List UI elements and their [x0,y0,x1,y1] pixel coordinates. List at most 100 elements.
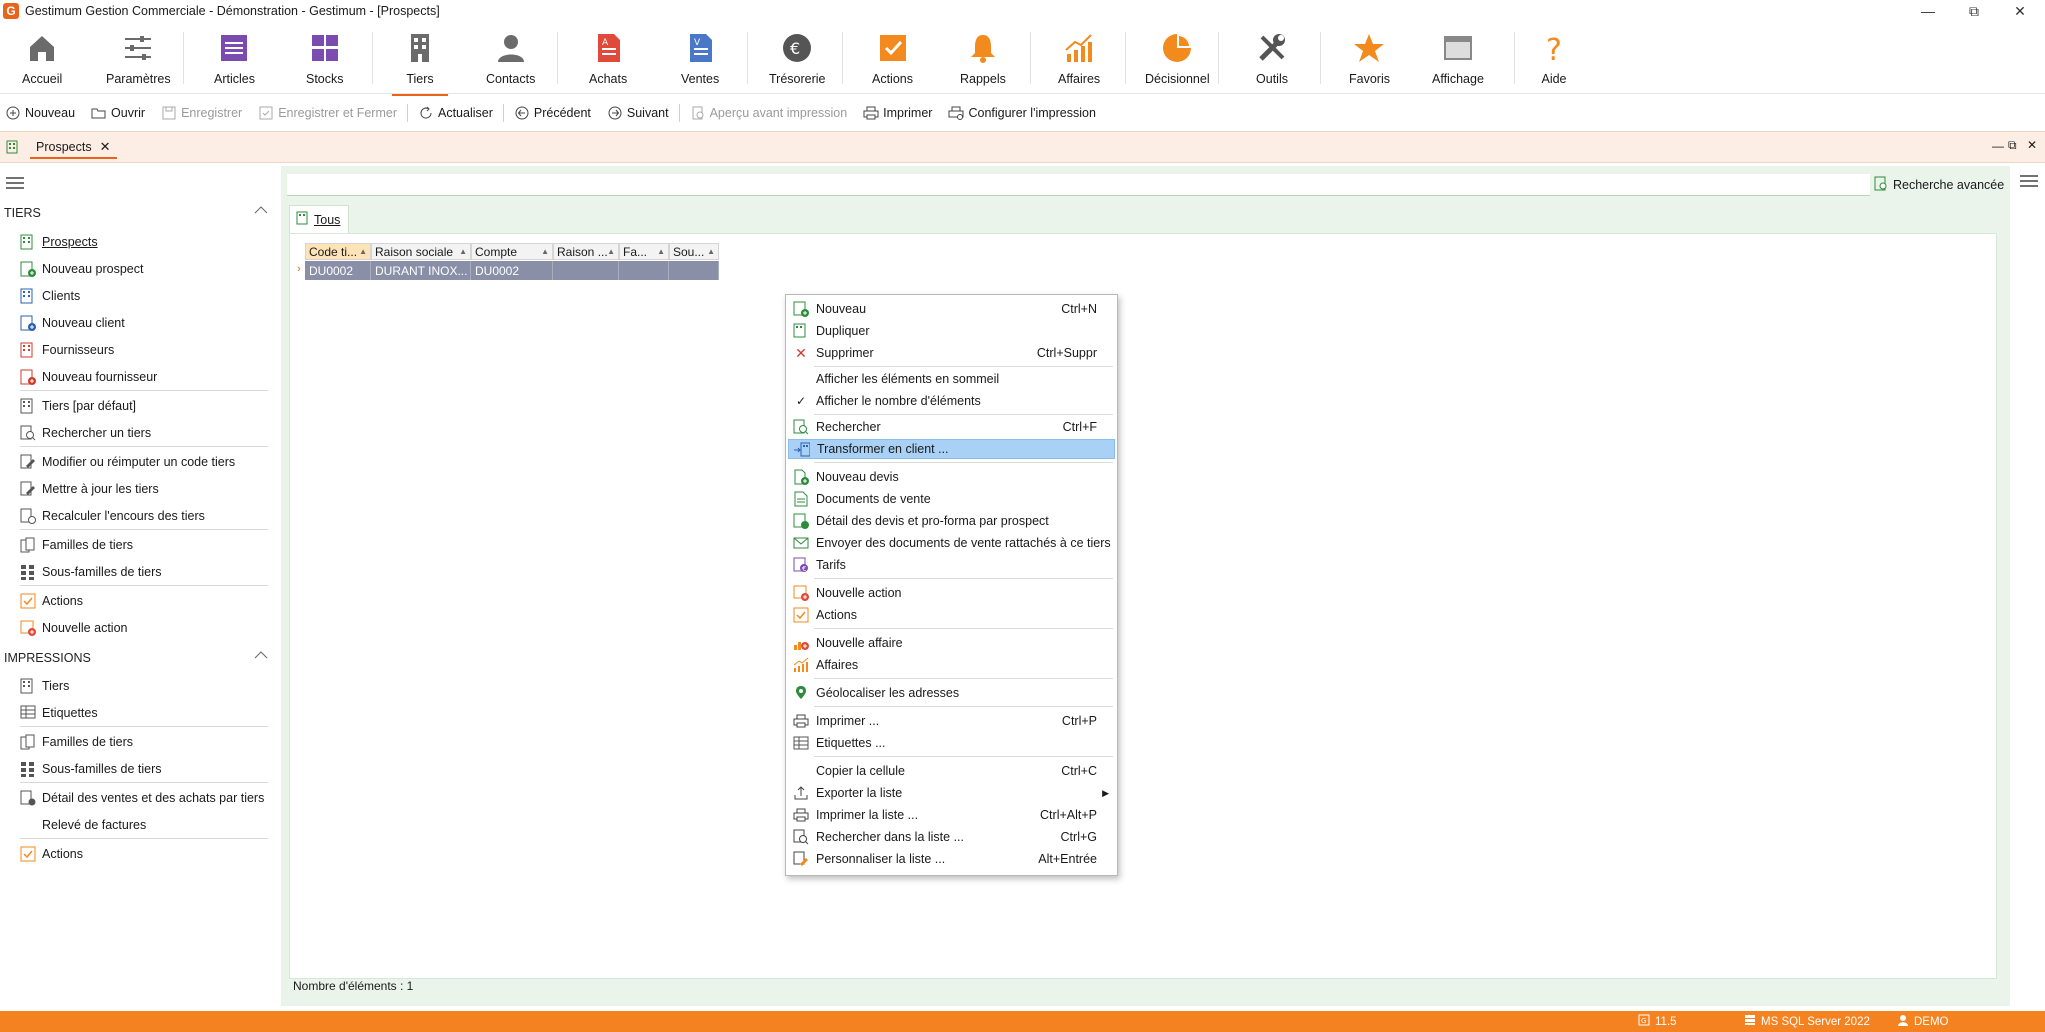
menu-item-nouveau[interactable]: Nouveau Ctrl+N [788,299,1115,319]
column-header-famille[interactable]: Fa... ▲ [619,243,669,260]
tab-prospects[interactable]: Prospects ✕ [30,137,117,159]
menu-item-actions[interactable]: Actions [788,605,1115,625]
table-cell[interactable] [553,261,619,280]
sidebar-item-impression-actions[interactable]: Actions [20,844,83,864]
nouveau-button[interactable]: Nouveau [5,105,75,121]
precedent-button[interactable]: Précédent [514,105,591,121]
section-impressions-header[interactable]: IMPRESSIONS [4,651,268,665]
menu-item-documents-vente[interactable]: Documents de vente [788,489,1115,509]
sidebar-item-actions[interactable]: Actions [20,591,83,611]
restore-doc-icon[interactable]: ⧉ [2008,138,2017,153]
sidebar-item-nouveau-client[interactable]: Nouveau client [20,313,125,333]
ribbon-decisionnel-button[interactable]: Décisionnel [1145,30,1210,92]
ribbon-articles-button[interactable]: Articles [214,30,255,92]
ribbon-outils-button[interactable]: Outils [1254,30,1290,92]
menu-item-copier-cellule[interactable]: Copier la cellule Ctrl+C [788,761,1115,781]
menu-item-nouvelle-affaire[interactable]: Nouvelle affaire [788,633,1115,653]
sidebar-item-recalculer[interactable]: Recalculer l'encours des tiers [20,506,205,526]
menu-item-exporter-liste[interactable]: Exporter la liste ▶ [788,783,1115,803]
sidebar-item-nouveau-prospect[interactable]: Nouveau prospect [20,259,143,279]
enregistrer-fermer-button[interactable]: Enregistrer et Fermer [258,105,397,121]
sidebar-item-impression-tiers[interactable]: Tiers [20,676,69,696]
sidebar-item-fournisseurs[interactable]: Fournisseurs [20,340,114,360]
close-doc-icon[interactable]: ✕ [2027,138,2037,152]
ribbon-ventes-button[interactable]: V Ventes [681,30,719,92]
ribbon-affaires-button[interactable]: Affaires [1058,30,1100,92]
table-cell[interactable]: DURANT INOX... [371,261,471,280]
suivant-button[interactable]: Suivant [607,105,669,121]
menu-item-detail-devis[interactable]: Détail des devis et pro-forma par prospe… [788,511,1115,531]
apercu-button[interactable]: Aperçu avant impression [690,105,847,121]
sidebar-item-tiers-defaut[interactable]: Tiers [par défaut] [20,396,136,416]
menu-item-affaires[interactable]: Affaires [788,655,1115,675]
section-tiers-header[interactable]: TIERS [4,206,268,220]
minimize-doc-icon[interactable]: — [1992,139,2004,153]
restore-icon[interactable]: ⧉ [1951,0,1997,22]
ribbon-tresorerie-button[interactable]: € Trésorerie [769,30,826,92]
menu-item-personnaliser-liste[interactable]: Personnaliser la liste ... Alt+Entrée [788,849,1115,869]
menu-item-envoyer-documents[interactable]: Envoyer des documents de vente rattachés… [788,533,1115,553]
sidebar-item-rechercher-tiers[interactable]: Rechercher un tiers [20,423,151,443]
minimize-icon[interactable]: — [1905,0,1951,22]
menu-item-afficher-nombre[interactable]: ✓ Afficher le nombre d'éléments [788,391,1115,411]
column-header-compte[interactable]: Compte ▲ [471,243,553,260]
tab-tous[interactable]: Tous [289,205,349,233]
table-cell[interactable] [669,261,719,280]
advanced-search-button[interactable]: Recherche avancée [1874,174,2004,196]
sidebar-item-impression-sous-familles[interactable]: Sous-familles de tiers [20,759,162,779]
menu-item-transformer-client[interactable]: Transformer en client ... [788,439,1115,459]
menu-item-rechercher-liste[interactable]: Rechercher dans la liste ... Ctrl+G [788,827,1115,847]
menu-item-afficher-sommeil[interactable]: Afficher les éléments en sommeil [788,369,1115,389]
ribbon-affichage-button[interactable]: Affichage [1432,30,1484,92]
menu-item-tarifs[interactable]: € Tarifs [788,555,1115,575]
column-header-code[interactable]: Code ti... ▲ [305,243,371,260]
actualiser-button[interactable]: Actualiser [418,105,493,121]
menu-item-etiquettes[interactable]: Etiquettes ... [788,733,1115,753]
sidebar-item-sous-familles[interactable]: Sous-familles de tiers [20,562,162,582]
enregistrer-button[interactable]: Enregistrer [161,105,242,121]
sidebar-item-nouvelle-action[interactable]: Nouvelle action [20,618,127,638]
sidebar-item-clients[interactable]: Clients [20,286,80,306]
sidebar-item-impression-familles[interactable]: Familles de tiers [20,732,133,752]
ribbon-tiers-button[interactable]: Tiers [392,30,448,96]
column-header-raison[interactable]: Raison ... ▲ [553,243,619,260]
menu-item-nouveau-devis[interactable]: Nouveau devis [788,467,1115,487]
menu-item-nouvelle-action[interactable]: Nouvelle action [788,583,1115,603]
ouvrir-button[interactable]: Ouvrir [91,105,145,121]
sidebar-item-nouveau-fournisseur[interactable]: Nouveau fournisseur [20,367,157,387]
ribbon-rappels-button[interactable]: Rappels [960,30,1006,92]
sidebar-item-modifier-code[interactable]: Modifier ou réimputer un code tiers [20,452,235,472]
sidebar-item-mettre-a-jour[interactable]: Mettre à jour les tiers [20,479,159,499]
sidebar-item-detail-ventes[interactable]: Détail des ventes et des achats par tier… [20,788,264,808]
table-cell[interactable]: DU0002 [305,261,371,280]
search-input[interactable] [287,174,1870,196]
menu-item-imprimer[interactable]: Imprimer ... Ctrl+P [788,711,1115,731]
ribbon-parametres-button[interactable]: Paramètres [106,30,171,92]
menu-item-supprimer[interactable]: ✕ Supprimer Ctrl+Suppr [788,343,1115,363]
close-icon[interactable]: ✕ [1997,0,2043,22]
ribbon-actions-button[interactable]: Actions [872,30,913,92]
ribbon-contacts-button[interactable]: Contacts [486,30,535,92]
sidebar-item-releve[interactable]: Relevé de factures [20,815,146,835]
imprimer-button[interactable]: Imprimer [863,105,932,121]
menu-item-geolocaliser[interactable]: Géolocaliser les adresses [788,683,1115,703]
ribbon-favoris-button[interactable]: Favoris [1349,30,1390,92]
chevron-up-icon[interactable] [254,204,268,218]
hamburger-menu-icon[interactable] [2020,174,2038,191]
sidebar-item-etiquettes[interactable]: Etiquettes [20,703,98,723]
ribbon-stocks-button[interactable]: Stocks [306,30,344,92]
ribbon-aide-button[interactable]: ? Aide [1536,30,1572,92]
menu-item-dupliquer[interactable]: Dupliquer [788,321,1115,341]
column-header-raison-sociale[interactable]: Raison sociale ▲ [371,243,471,260]
sidebar-item-familles[interactable]: Familles de tiers [20,535,133,555]
table-cell[interactable] [619,261,669,280]
ribbon-accueil-button[interactable]: Accueil [22,30,62,92]
ribbon-achats-button[interactable]: A Achats [589,30,627,92]
hamburger-menu-icon[interactable] [6,176,24,193]
menu-item-imprimer-liste[interactable]: Imprimer la liste ... Ctrl+Alt+P [788,805,1115,825]
close-tab-icon[interactable]: ✕ [100,139,111,155]
sidebar-item-prospects[interactable]: Prospects [20,232,98,252]
menu-item-rechercher[interactable]: Rechercher Ctrl+F [788,417,1115,437]
table-cell[interactable]: DU0002 [471,261,553,280]
configurer-impression-button[interactable]: Configurer l'impression [948,105,1096,121]
